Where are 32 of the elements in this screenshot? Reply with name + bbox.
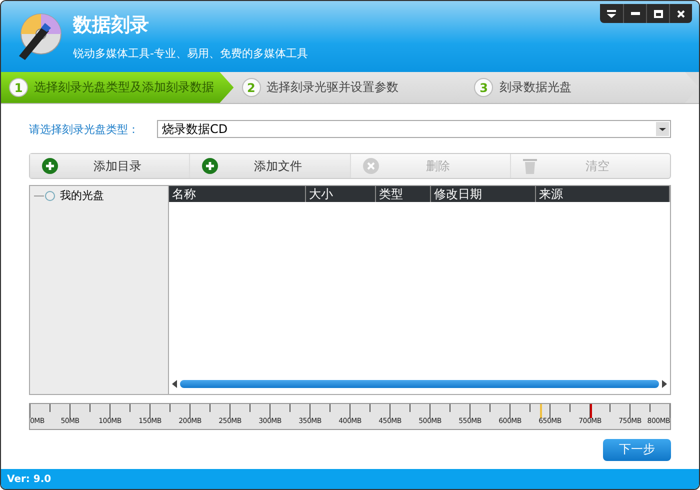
step-number: 3 <box>474 78 494 97</box>
step-tab[interactable]: 3 刻录数据光盘 <box>452 72 699 103</box>
plus-icon <box>42 158 58 174</box>
column-header[interactable]: 来源 <box>536 186 670 202</box>
step-number: 1 <box>9 78 28 97</box>
delete-icon <box>362 158 378 174</box>
tree-item[interactable]: 我的光盘 <box>34 188 164 203</box>
column-header[interactable]: 大小 <box>306 186 376 202</box>
trash-icon <box>522 158 537 174</box>
horizontal-scrollbar[interactable] <box>172 378 667 390</box>
plus-icon <box>202 158 218 174</box>
scroll-right-icon[interactable] <box>662 380 667 388</box>
close-icon <box>677 10 685 18</box>
menu-icon <box>607 10 616 18</box>
column-header[interactable]: 名称 <box>169 186 306 202</box>
column-header[interactable]: 类型 <box>376 186 431 202</box>
disc-type-label: 请选择刻录光盘类型： <box>29 122 139 136</box>
scroll-left-icon[interactable] <box>172 380 177 388</box>
caret-icon <box>656 122 669 136</box>
toolbar-button[interactable]: 添加文件 <box>190 154 350 178</box>
step-tab[interactable]: 2 选择刻录光驱并设置参数 <box>220 72 466 103</box>
step-tab[interactable]: 1 选择刻录光盘类型及添加刻录数据 <box>1 72 234 103</box>
toolbar-button[interactable]: 添加目录 <box>30 154 190 178</box>
step-number: 2 <box>242 78 261 97</box>
status-bar: Ver: 9.0 <box>1 469 699 489</box>
disc-type-dropdown[interactable]: 烧录数据CD <box>157 120 671 138</box>
app-subtitle: 锐动多媒体工具-专业、易用、免费的多媒体工具 <box>73 46 308 61</box>
minimize-icon <box>630 12 640 15</box>
column-header[interactable]: 修改日期 <box>431 186 536 202</box>
app-title: 数据刻录 <box>73 13 150 38</box>
disc-icon <box>34 190 56 200</box>
maximize-icon <box>654 10 662 18</box>
